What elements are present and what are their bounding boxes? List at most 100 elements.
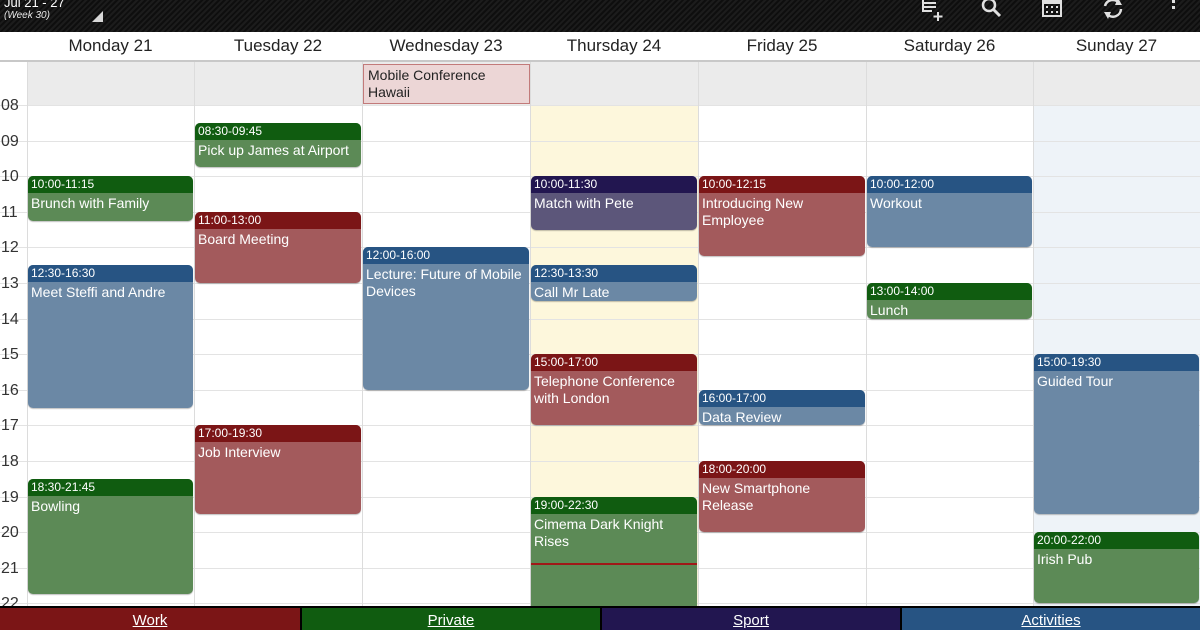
hour-label: 17 bbox=[1, 417, 19, 435]
day-gridline bbox=[1033, 62, 1034, 606]
event-time: 10:00-12:00 bbox=[867, 176, 1032, 194]
event-block[interactable]: 16:00-17:00 Data Review bbox=[699, 389, 865, 426]
event-time: 11:00-13:00 bbox=[195, 211, 361, 229]
day-header-monday[interactable]: Monday 21 bbox=[27, 32, 194, 60]
event-block[interactable]: 10:00-11:30 Match with Pete bbox=[531, 176, 697, 230]
current-time-line bbox=[531, 563, 697, 566]
search-icon[interactable] bbox=[975, 0, 1009, 28]
event-title: New Smartphone Release bbox=[702, 480, 811, 513]
event-block[interactable]: 20:00-22:00 Irish Pub bbox=[1034, 532, 1199, 604]
legend-work[interactable]: Work bbox=[0, 608, 300, 630]
action-bar: Jul 21 - 27 (Week 30) bbox=[0, 0, 1200, 32]
event-title: Match with Pete bbox=[534, 195, 634, 212]
event-time: 10:00-11:15 bbox=[28, 176, 193, 194]
event-block[interactable]: 10:00-12:15 Introducing New Employee bbox=[699, 176, 865, 257]
event-time: 10:00-12:15 bbox=[699, 176, 865, 194]
day-header-tuesday[interactable]: Tuesday 22 bbox=[194, 32, 362, 60]
hour-label: 14 bbox=[1, 310, 19, 328]
event-title: Cimema Dark Knight Rises bbox=[534, 515, 664, 549]
event-time: 19:00-22:30 bbox=[531, 496, 697, 514]
event-block[interactable]: 18:00-20:00 New Smartphone Release bbox=[699, 461, 865, 533]
event-block[interactable]: 15:00-17:00 Telephone Conference with Lon… bbox=[531, 354, 697, 426]
all-day-event[interactable]: Mobile Conference Hawaii bbox=[363, 64, 530, 104]
event-time: 15:00-19:30 bbox=[1034, 354, 1199, 372]
date-range[interactable]: Jul 21 - 27 bbox=[4, 0, 65, 10]
hour-label: 13 bbox=[1, 275, 19, 292]
event-time: 10:00-11:30 bbox=[531, 176, 697, 194]
event-time: 20:00-22:00 bbox=[1034, 532, 1199, 550]
event-title: Introducing New Employee bbox=[702, 195, 804, 229]
all-day-band bbox=[27, 62, 1200, 105]
event-time: 12:00-16:00 bbox=[363, 247, 529, 265]
hour-label: 10 bbox=[1, 168, 19, 186]
event-block[interactable]: 13:00-14:00 Lunch bbox=[867, 283, 1032, 319]
overflow-menu-icon[interactable] bbox=[1157, 0, 1191, 28]
calendar-grid-icon[interactable] bbox=[1035, 0, 1069, 28]
event-title: Lecture: Future of Mobile Devices bbox=[366, 266, 522, 300]
hour-gridline bbox=[0, 140, 1200, 142]
event-block[interactable]: 10:00-11:15 Brunch with Family bbox=[28, 176, 193, 221]
hour-label: 22 bbox=[1, 595, 19, 606]
hour-gridline bbox=[0, 461, 1200, 462]
event-block[interactable]: 12:30-13:30 Call Mr Late bbox=[531, 265, 697, 301]
week-number: (Week 30) bbox=[4, 10, 50, 21]
event-block[interactable]: 19:00-22:30 Cimema Dark Knight Rises bbox=[531, 496, 697, 606]
week-grid[interactable]: 08 09 10 11 12 13 14 15 16 17 18 19 20 21 22 Mobile Co… bbox=[0, 62, 1200, 606]
event-block[interactable]: 08:30-09:45 Pick up James at Airport bbox=[195, 122, 361, 168]
legend-sport[interactable]: Sport bbox=[602, 608, 900, 630]
legend-activities[interactable]: Activities bbox=[902, 608, 1200, 630]
hour-label: 19 bbox=[1, 488, 19, 506]
day-header-wednesday[interactable]: Wednesday 23 bbox=[362, 32, 530, 60]
hour-label: 15 bbox=[1, 346, 19, 364]
event-time: 16:00-17:00 bbox=[699, 389, 865, 407]
event-time: 15:00-17:00 bbox=[531, 354, 697, 372]
event-title: Lunch bbox=[870, 302, 909, 318]
new-event-icon[interactable] bbox=[915, 0, 949, 28]
category-legend: Work Private Sport Activities bbox=[0, 606, 1200, 630]
event-time: 12:30-13:30 bbox=[531, 265, 697, 283]
hour-label: 20 bbox=[1, 524, 19, 542]
hour-label: 21 bbox=[1, 559, 19, 577]
event-block[interactable]: 11:00-13:00 Board Meeting bbox=[195, 211, 361, 283]
event-block[interactable]: 10:00-12:00 Workout bbox=[867, 176, 1032, 248]
event-title: Data Review bbox=[702, 408, 782, 425]
event-title: Irish Pub bbox=[1037, 551, 1093, 568]
legend-private[interactable]: Private bbox=[302, 608, 600, 630]
event-title: Call Mr Late bbox=[534, 284, 610, 301]
hour-label: 08 bbox=[1, 97, 19, 114]
day-header-sunday[interactable]: Sunday 27 bbox=[1033, 32, 1200, 60]
event-title: Job Interview bbox=[198, 444, 281, 461]
event-title: Guided Tour bbox=[1037, 373, 1114, 390]
hour-label: 12 bbox=[1, 239, 19, 257]
day-header-friday[interactable]: Friday 25 bbox=[698, 32, 866, 60]
event-title: Telephone Conference with London bbox=[534, 373, 675, 407]
hour-label: 11 bbox=[1, 203, 18, 221]
sync-icon[interactable] bbox=[1096, 0, 1130, 28]
dropdown-corner-icon[interactable] bbox=[92, 11, 103, 22]
event-block[interactable]: 17:00-19:30 Job Interview bbox=[195, 425, 361, 515]
event-time: 12:30-16:30 bbox=[28, 265, 193, 283]
event-time: 13:00-14:00 bbox=[867, 283, 1032, 300]
event-block[interactable]: 12:00-16:00 Lecture: Future of Mobile Dev… bbox=[363, 247, 529, 390]
hour-label: 09 bbox=[1, 132, 19, 150]
hour-label: 16 bbox=[1, 381, 19, 399]
event-time: 08:30-09:45 bbox=[195, 122, 361, 140]
hour-gridline bbox=[0, 105, 1200, 106]
event-title: Workout bbox=[870, 195, 922, 212]
event-title: Meet Steffi and Andre bbox=[31, 284, 166, 301]
hour-gridline bbox=[0, 425, 1200, 427]
event-title: Bowling bbox=[31, 497, 81, 514]
hour-label: 18 bbox=[1, 453, 19, 470]
event-time: 18:30-21:45 bbox=[28, 478, 193, 496]
day-gridline bbox=[866, 62, 867, 606]
event-block[interactable]: 12:30-16:30 Meet Steffi and Andre bbox=[28, 265, 193, 408]
day-header-thursday[interactable]: Thursday 24 bbox=[530, 32, 698, 60]
event-time: 17:00-19:30 bbox=[195, 425, 361, 443]
event-title: Board Meeting bbox=[198, 230, 290, 247]
event-block[interactable]: 15:00-19:30 Guided Tour bbox=[1034, 354, 1199, 515]
day-header-saturday[interactable]: Saturday 26 bbox=[866, 32, 1033, 60]
event-block[interactable]: 18:30-21:45 Bowling bbox=[28, 478, 193, 595]
event-title: Pick up James at Airport bbox=[198, 141, 349, 158]
day-header: Monday 21 Tuesday 22 Wednesday 23 Thursd… bbox=[0, 32, 1200, 60]
event-title: Brunch with Family bbox=[31, 195, 150, 212]
